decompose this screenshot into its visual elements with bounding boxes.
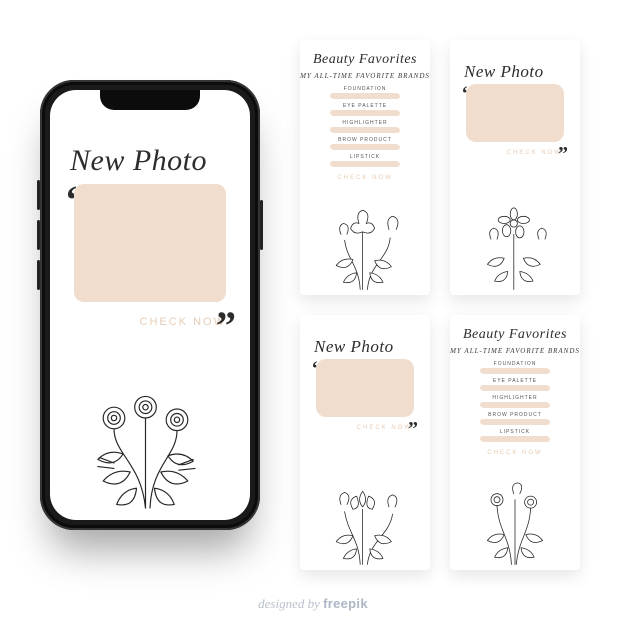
quote-close-icon: ” [408,423,418,435]
item-label: HIGHLIGHTER [492,395,537,401]
list-item: LIPSTICK [330,154,400,167]
thumb-1[interactable]: Beauty Favorites MY ALL-TIME FAVORITE BRA… [300,40,430,295]
phone-notch [100,90,200,110]
favorites-list: FOUNDATION EYE PALETTE HIGHLIGHTER BROW … [300,86,430,167]
photo-placeholder[interactable] [74,184,226,302]
item-label: EYE PALETTE [343,103,387,109]
floral-illustration [450,200,580,295]
item-label: LIPSTICK [500,429,530,435]
card-subtitle: MY ALL-TIME FAVORITE BRANDS [300,72,430,80]
brush-stroke-icon [480,368,550,374]
list-item: HIGHLIGHTER [480,395,550,408]
item-label: HIGHLIGHTER [342,120,387,126]
quote-close-icon: ” [216,314,236,338]
list-item: LIPSTICK [480,429,550,442]
attribution: designed by freepik [0,596,626,612]
photo-placeholder[interactable] [316,359,415,417]
item-label: FOUNDATION [344,86,387,92]
floral-illustration [50,370,250,520]
thumb-3[interactable]: New Photo“”CHECK NOW [300,315,430,570]
brush-stroke-icon [480,402,550,408]
stage: New Photo “ ” CHECK NOW [0,0,626,626]
brush-stroke-icon [480,436,550,442]
floral-illustration [450,475,580,570]
photo-placeholder[interactable] [466,84,565,142]
card-subtitle: MY ALL-TIME FAVORITE BRANDS [450,347,580,355]
list-item: FOUNDATION [330,86,400,99]
list-item: HIGHLIGHTER [330,120,400,133]
story-card-new-photo: New Photo “ ” CHECK NOW [50,90,250,520]
brush-stroke-icon [330,144,400,150]
list-item: EYE PALETTE [330,103,400,116]
brush-stroke-icon [330,110,400,116]
brush-stroke-icon [480,419,550,425]
floral-illustration [300,475,430,570]
item-label: BROW PRODUCT [338,137,392,143]
list-item: FOUNDATION [480,361,550,374]
quote-close-icon: ” [558,148,568,160]
cta-label[interactable]: CHECK NOW [300,175,430,181]
brush-stroke-icon [330,161,400,167]
phone-mockup: New Photo “ ” CHECK NOW [40,80,260,530]
credit-brand: freepik [323,596,368,611]
thumb-2[interactable]: New Photo“”CHECK NOW [450,40,580,295]
favorites-list: FOUNDATION EYE PALETTE HIGHLIGHTER BROW … [450,361,580,442]
thumb-4[interactable]: Beauty Favorites MY ALL-TIME FAVORITE BRA… [450,315,580,570]
card-title: New Photo [314,315,430,357]
card-title: Beauty Favorites [450,315,580,343]
list-item: BROW PRODUCT [480,412,550,425]
brush-stroke-icon [480,385,550,391]
item-label: EYE PALETTE [493,378,537,384]
credit-prefix: designed by [258,596,323,611]
list-item: EYE PALETTE [480,378,550,391]
brush-stroke-icon [330,127,400,133]
list-item: BROW PRODUCT [330,137,400,150]
floral-illustration [300,200,430,295]
card-title: Beauty Favorites [300,40,430,68]
cta-label[interactable]: CHECK NOW [450,450,580,456]
thumbnail-grid: Beauty Favorites MY ALL-TIME FAVORITE BRA… [300,40,600,570]
card-title: New Photo [464,40,580,82]
brush-stroke-icon [330,93,400,99]
item-label: LIPSTICK [350,154,380,160]
item-label: FOUNDATION [494,361,537,367]
item-label: BROW PRODUCT [488,412,542,418]
